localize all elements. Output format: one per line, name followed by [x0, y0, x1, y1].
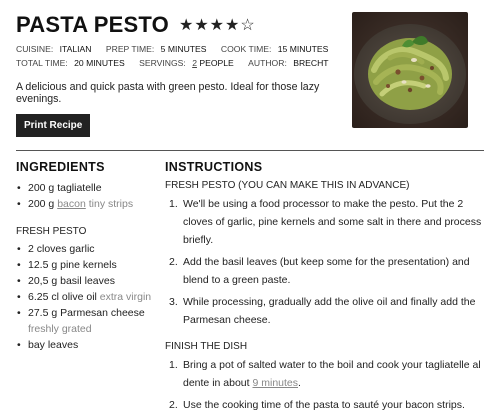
- timer-link[interactable]: 9 minutes: [252, 377, 298, 389]
- prep-time-value: 5 MINUTES: [160, 44, 207, 54]
- ingredient-item: 2 cloves garlic: [16, 241, 156, 257]
- ingredient-item: 12.5 g pine kernels: [16, 257, 156, 273]
- recipe-meta-row-1: CUISINE: ITALIAN PREP TIME: 5 MINUTES CO…: [16, 44, 340, 54]
- instructions-subheading-2: FINISH THE DISH: [165, 341, 248, 352]
- instruction-step: 1. We'll be using a food processor to mak…: [169, 198, 482, 246]
- ingredient-item: bay leaves: [16, 337, 156, 353]
- author-label: AUTHOR:: [248, 58, 287, 68]
- ingredients-heading: INGREDIENTS: [16, 160, 105, 174]
- recipe-meta-row-2: TOTAL TIME: 20 MINUTES SERVINGS: 2 PEOPL…: [16, 58, 341, 68]
- print-recipe-button[interactable]: Print Recipe: [16, 114, 91, 137]
- recipe-card: PASTA PESTO ★★★★☆ CUISINE: ITALIAN PREP …: [0, 0, 500, 411]
- total-time-label: TOTAL TIME:: [16, 58, 68, 68]
- instruction-step: 1. Bring a pot of salted water to the boi…: [169, 359, 481, 389]
- fresh-pesto-subheading: FRESH PESTO: [16, 226, 87, 237]
- ingredient-item: 6.25 cl olive oil extra virgin: [16, 289, 156, 305]
- servings-label: SERVINGS:: [139, 58, 186, 68]
- servings-unit: PEOPLE: [199, 58, 234, 68]
- section-divider: [16, 150, 484, 151]
- instructions-steps-2: 1. Bring a pot of salted water to the boi…: [165, 356, 485, 414]
- rating-stars-icon[interactable]: ★★★★☆: [179, 15, 256, 35]
- ingredient-item: 20,5 g basil leaves: [16, 273, 156, 289]
- ingredient-item: 200 g bacon tiny strips: [16, 196, 156, 212]
- instructions-steps-1: 1. We'll be using a food processor to mak…: [165, 195, 485, 329]
- instructions-heading: INSTRUCTIONS: [165, 160, 263, 174]
- pasta-pesto-photo: [352, 12, 468, 128]
- cuisine-label: CUISINE:: [16, 44, 54, 54]
- prep-time-label: PREP TIME:: [105, 44, 155, 54]
- instructions-subheading-1: FRESH PESTO (YOU CAN MAKE THIS IN ADVANC…: [165, 180, 410, 191]
- recipe-description: A delicious and quick pasta with green p…: [16, 81, 320, 105]
- cook-time-label: COOK TIME:: [220, 44, 272, 54]
- ingredient-item: 27.5 g Parmesan cheese freshly grated: [16, 305, 156, 337]
- instructions-section: INSTRUCTIONS FRESH PESTO (YOU CAN MAKE T…: [165, 160, 485, 418]
- ingredients-list: 200 g tagliatelle 200 g bacon tiny strip…: [16, 180, 156, 212]
- recipe-header: PASTA PESTO ★★★★☆ CUISINE: ITALIAN PREP …: [16, 0, 484, 137]
- total-time-value: 20 MINUTES: [74, 58, 125, 68]
- servings-count[interactable]: 2: [192, 58, 197, 68]
- cook-time-value: 15 MINUTES: [277, 44, 329, 54]
- instruction-step: 2. Use the cooking time of the pasta to s…: [169, 399, 465, 411]
- bacon-link[interactable]: bacon: [57, 198, 86, 210]
- cuisine-value: ITALIAN: [59, 44, 92, 54]
- title-row: PASTA PESTO ★★★★☆: [16, 12, 256, 38]
- instruction-step: 3. While processing, gradually add the ol…: [169, 296, 476, 326]
- instruction-step: 2. Add the basil leaves (but keep some fo…: [169, 256, 470, 286]
- pesto-ingredients-list: 2 cloves garlic 12.5 g pine kernels 20,5…: [16, 241, 156, 353]
- recipe-title: PASTA PESTO: [16, 12, 169, 37]
- ingredient-item: 200 g tagliatelle: [16, 180, 156, 196]
- author-value: BRECHT: [293, 58, 329, 68]
- ingredients-section: INGREDIENTS 200 g tagliatelle 200 g baco…: [16, 160, 156, 353]
